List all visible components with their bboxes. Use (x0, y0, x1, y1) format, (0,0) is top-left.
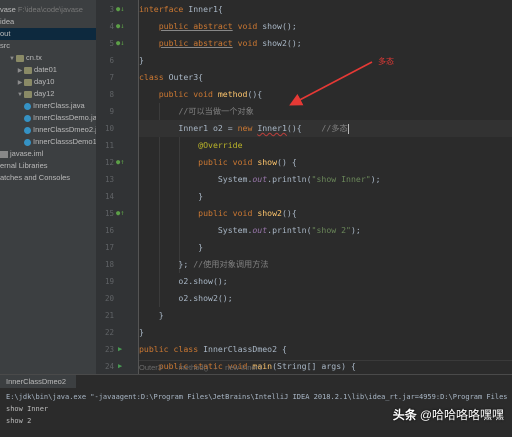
annotation-label: 多态 (378, 57, 394, 66)
watermark-logo: 头条 (392, 408, 417, 422)
watermark-handle: @哈哈咯咯嘿嘿 (419, 408, 504, 422)
console-command-line: E:\jdk\bin\java.exe "-javaagent:D:\Progr… (6, 393, 508, 401)
run-tab[interactable]: InnerClassDmeo2 (0, 375, 76, 388)
run-tool-window: InnerClassDmeo2 E:\jdk\bin\java.exe "-ja… (0, 374, 512, 437)
watermark: 头条 @哈哈咯咯嘿嘿 (393, 406, 504, 423)
annotation-arrow-icon (289, 61, 373, 106)
